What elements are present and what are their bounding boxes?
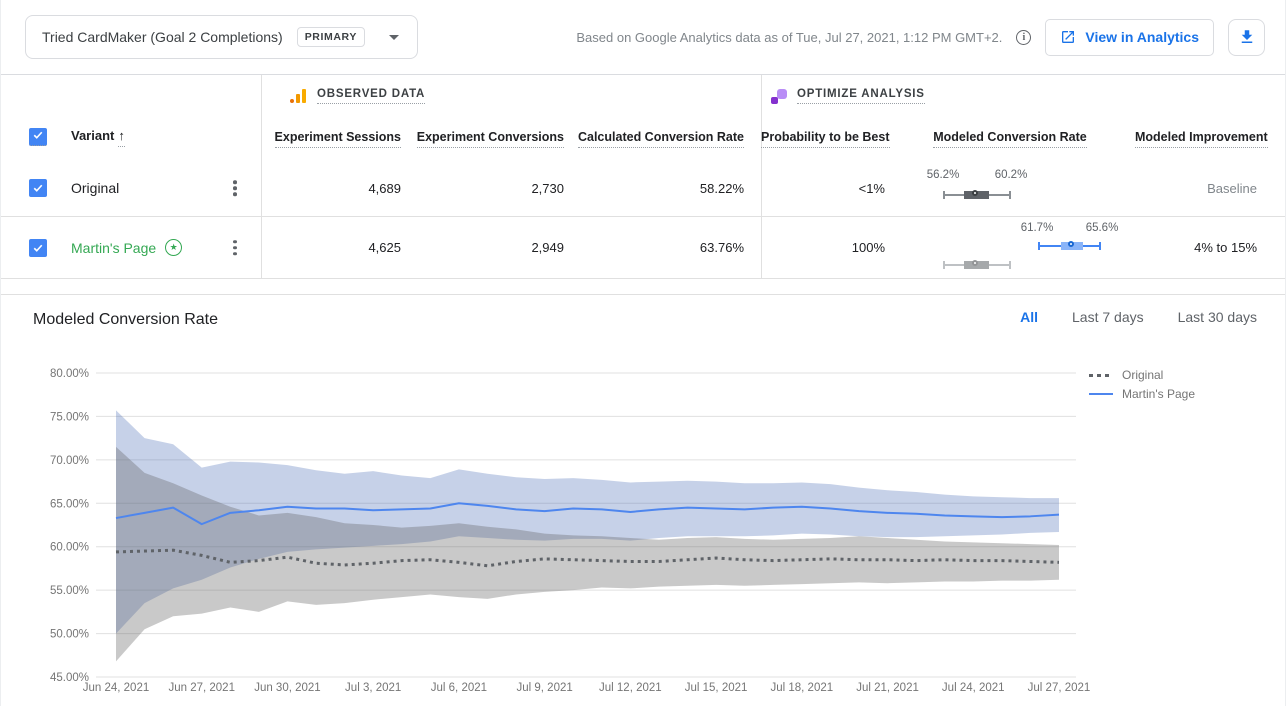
observed-data-section-label: OBSERVED DATA — [290, 88, 426, 104]
improvement-value: Baseline — [1207, 180, 1257, 196]
sessions-value: 4,689 — [368, 180, 401, 196]
x-tick-label: Jun 30, 2021 — [254, 682, 321, 694]
ci-high-label: 65.6% — [1085, 221, 1119, 234]
metric-selector-label: Tried CardMaker (Goal 2 Completions) — [42, 29, 283, 45]
modeled-rate-errorbar: 61.7% 65.6% — [885, 222, 1135, 274]
variant-name: Original — [71, 180, 120, 196]
errorbar-original — [943, 189, 1011, 201]
sort-ascending-icon: ↑ — [118, 128, 125, 147]
x-tick-label: Jul 18, 2021 — [770, 682, 833, 694]
ci-high-label: 60.2% — [994, 169, 1028, 181]
variant-name: Martin's Page — [71, 239, 157, 256]
variant-column-header[interactable]: Variant — [71, 128, 114, 146]
select-all-checkbox[interactable] — [29, 128, 47, 146]
modeled-rate-errorbar: 56.2% 60.2% — [885, 168, 1135, 208]
leader-star-icon: ★ — [165, 239, 183, 256]
table-row-original: Original 4,689 2,730 58.22% <1% 56.2% 60… — [1, 160, 1285, 217]
tab-last-30-days[interactable]: Last 30 days — [1178, 309, 1257, 325]
errorbar-original-reference — [943, 259, 1011, 271]
conversions-value: 2,730 — [531, 180, 564, 196]
probability-value: 100% — [851, 240, 885, 255]
download-button[interactable] — [1228, 18, 1265, 56]
optimize-logo-icon — [771, 89, 787, 104]
x-tick-label: Jul 9, 2021 — [517, 682, 573, 694]
x-tick-label: Jul 24, 2021 — [942, 682, 1005, 694]
y-tick-label: 75.00% — [50, 411, 89, 423]
x-tick-label: Jul 3, 2021 — [345, 682, 401, 694]
view-in-analytics-button[interactable]: View in Analytics — [1045, 18, 1214, 56]
table-header: OBSERVED DATA OPTIMIZE ANALYSIS Variant … — [1, 75, 1285, 160]
top-bar: Tried CardMaker (Goal 2 Completions) PRI… — [1, 0, 1285, 75]
download-icon — [1241, 30, 1252, 43]
optimize-report-page: Tried CardMaker (Goal 2 Completions) PRI… — [0, 0, 1286, 706]
column-headers-row: Variant ↑ Experiment Sessions Experiment… — [1, 114, 1285, 160]
calc-rate-value: 58.22% — [699, 180, 744, 196]
y-tick-label: 60.00% — [50, 542, 89, 554]
x-tick-label: Jul 6, 2021 — [431, 682, 487, 694]
info-icon[interactable]: i — [1016, 29, 1032, 45]
check-icon — [33, 131, 43, 139]
probability-value: <1% — [858, 180, 885, 196]
row-checkbox[interactable] — [29, 179, 47, 197]
x-tick-label: Jun 24, 2021 — [83, 682, 150, 694]
calc-rate-column-header: Calculated Conversion Rate — [564, 130, 744, 148]
y-tick-label: 80.00% — [50, 368, 89, 380]
ci-low-label: 61.7% — [1020, 221, 1054, 234]
chart-title: Modeled Conversion Rate — [33, 311, 218, 328]
modeled-conversion-rate-chart: 45.00%50.00%55.00%60.00%65.00%70.00%75.0… — [50, 368, 1091, 694]
y-tick-label: 65.00% — [50, 498, 89, 510]
y-tick-label: 70.00% — [50, 455, 89, 467]
analytics-bars-icon — [290, 89, 307, 104]
x-tick-label: Jul 12, 2021 — [599, 682, 662, 694]
variant-table: OBSERVED DATA OPTIMIZE ANALYSIS Variant … — [1, 75, 1285, 279]
primary-badge: PRIMARY — [296, 27, 365, 47]
improvement-value: 4% to 15% — [1194, 240, 1257, 255]
y-tick-label: 50.00% — [50, 629, 89, 641]
table-row-martins-page: Martin's Page ★ 4,625 2,949 63.76% 100% … — [1, 217, 1285, 279]
sessions-column-header: Experiment Sessions — [261, 130, 401, 148]
row-menu-button[interactable] — [229, 236, 241, 260]
tab-all[interactable]: All — [1020, 309, 1038, 325]
probability-column-header: Probability to be Best — [761, 130, 890, 148]
external-link-icon — [1062, 31, 1075, 43]
modeled-conversion-rate-card: Modeled Conversion Rate All Last 7 days … — [1, 295, 1285, 705]
modeled-rate-column-header: Modeled Conversion Rate — [885, 130, 1135, 148]
data-freshness-caption: Based on Google Analytics data as of Tue… — [576, 29, 1003, 45]
calc-rate-value: 63.76% — [699, 240, 744, 255]
chevron-down-icon — [388, 34, 399, 40]
sessions-value: 4,625 — [368, 240, 401, 255]
variant-name-cell: Martin's Page ★ — [1, 236, 261, 260]
x-tick-label: Jul 27, 2021 — [1028, 682, 1091, 694]
variant-name-cell: Original — [1, 179, 261, 197]
x-tick-label: Jul 15, 2021 — [685, 682, 748, 694]
check-icon — [33, 244, 43, 252]
observed-data-label: OBSERVED DATA — [317, 88, 426, 104]
conversions-column-header: Experiment Conversions — [401, 130, 564, 148]
optimize-analysis-section-label: OPTIMIZE ANALYSIS — [771, 88, 925, 104]
y-tick-label: 55.00% — [50, 585, 89, 597]
x-tick-label: Jun 27, 2021 — [168, 682, 235, 694]
improvement-column-header: Modeled Improvement — [1135, 130, 1285, 148]
errorbar-martins-page — [1038, 240, 1101, 252]
row-menu-button[interactable] — [229, 176, 241, 200]
date-range-tabs: All Last 7 days Last 30 days — [1020, 309, 1257, 325]
view-in-analytics-label: View in Analytics — [1085, 29, 1199, 45]
conversions-value: 2,949 — [531, 240, 564, 255]
check-icon — [33, 184, 43, 192]
metric-selector-dropdown[interactable]: Tried CardMaker (Goal 2 Completions) PRI… — [25, 15, 418, 59]
optimize-analysis-label: OPTIMIZE ANALYSIS — [797, 88, 925, 104]
variant-header-cell: Variant ↑ — [1, 128, 261, 147]
section-divider — [1, 279, 1285, 295]
row-checkbox[interactable] — [29, 238, 47, 257]
x-tick-label: Jul 21, 2021 — [856, 682, 919, 694]
tab-last-7-days[interactable]: Last 7 days — [1072, 309, 1144, 325]
ci-low-label: 56.2% — [926, 169, 960, 181]
top-bar-right: Based on Google Analytics data as of Tue… — [576, 18, 1265, 56]
